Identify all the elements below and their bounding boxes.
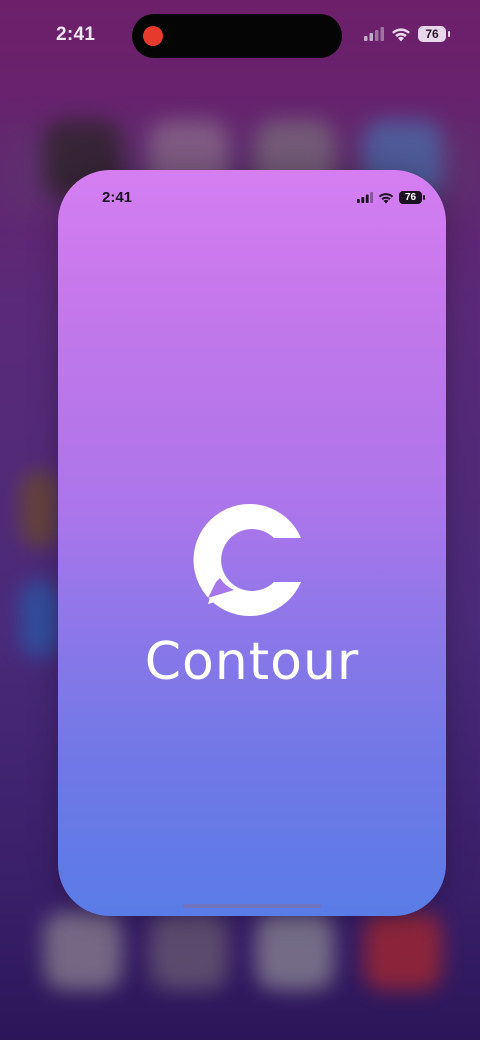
app-switcher-screen: 2:41 76 2:41 76 Contour <box>0 0 480 1040</box>
app-name: Contour <box>144 632 360 692</box>
dynamic-island[interactable] <box>132 14 342 58</box>
app-status-icons: 76 <box>357 191 425 204</box>
wifi-icon <box>392 27 410 41</box>
background-app-icon <box>364 912 442 990</box>
system-status-bar: 2:41 76 <box>0 0 480 72</box>
recording-indicator-icon <box>143 26 163 46</box>
background-app-icon <box>150 912 228 990</box>
app-status-time: 2:41 <box>102 189 133 206</box>
background-app-icon <box>44 912 122 990</box>
home-indicator[interactable] <box>183 904 321 908</box>
background-app-icon <box>20 470 60 548</box>
battery-level: 76 <box>425 27 439 41</box>
battery-icon: 76 <box>399 191 425 204</box>
cellular-signal-icon <box>357 192 373 203</box>
battery-level: 76 <box>404 192 417 203</box>
battery-icon: 76 <box>418 26 450 42</box>
status-time: 2:41 <box>56 24 96 45</box>
cellular-signal-icon <box>364 27 384 41</box>
status-icons: 76 <box>364 26 450 42</box>
contour-logo-icon <box>193 504 301 616</box>
wifi-icon <box>378 192 394 204</box>
background-app-icon <box>20 580 60 658</box>
contour-app-preview-card[interactable]: 2:41 76 Contour <box>58 170 446 916</box>
app-status-bar: 2:41 76 <box>58 170 446 218</box>
background-app-icon <box>256 912 334 990</box>
